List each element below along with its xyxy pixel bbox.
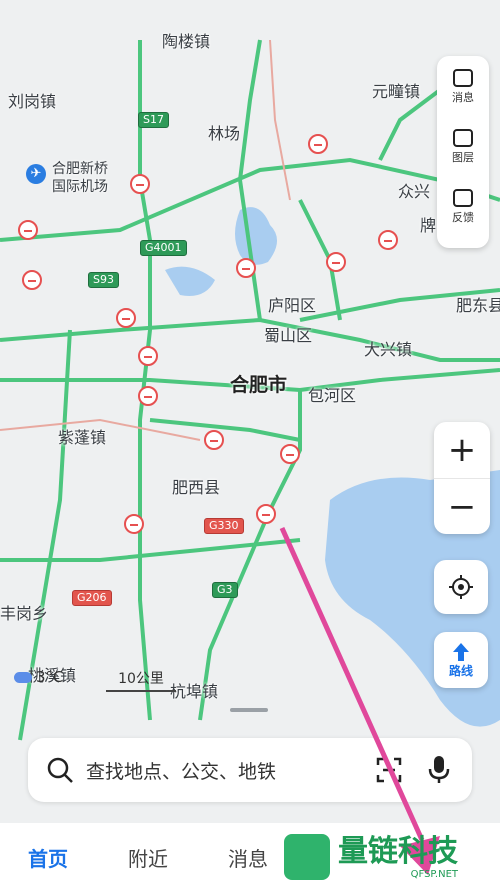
annotation-arrow [279,526,440,875]
watermark-subtitle: QFSP.NET [410,868,458,880]
watermark-logo-icon [284,834,330,880]
watermark: 量链科技 QFSP.NET [284,828,500,886]
watermark-title: 量链科技 [338,833,458,869]
